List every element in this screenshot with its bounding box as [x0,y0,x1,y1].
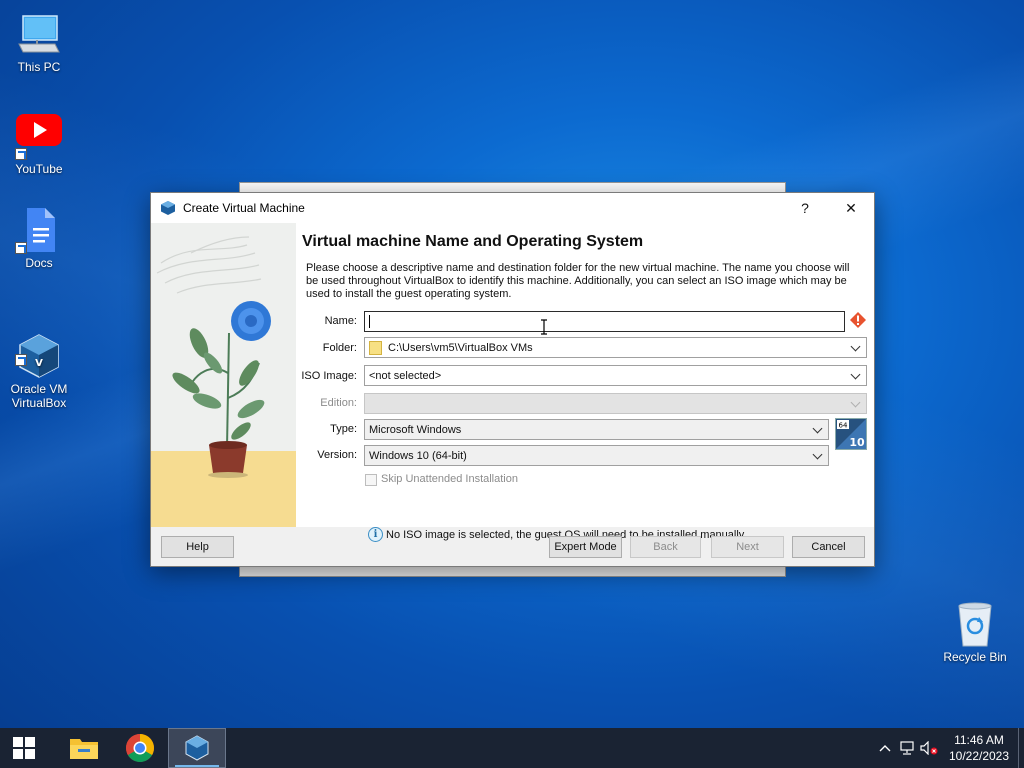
type-value: Microsoft Windows [369,423,462,436]
network-icon[interactable] [896,728,918,768]
version-select[interactable]: Windows 10 (64-bit) [364,445,829,466]
iso-value: <not selected> [369,369,442,382]
expert-mode-button[interactable]: Expert Mode [549,536,622,558]
show-desktop-button[interactable] [1018,728,1024,768]
desktop-icon-label: This PC [17,60,61,74]
folder-select[interactable]: C:\Users\vm5\VirtualBox VMs [364,337,867,358]
chrome-icon [126,734,154,762]
system-tray: 11:46 AM 10/22/2023 [874,728,1024,768]
next-button[interactable]: Next [711,536,784,558]
file-explorer-icon [70,739,98,759]
chevron-down-icon [814,451,822,459]
text-cursor-pointer [541,319,547,335]
chevron-down-icon [814,425,822,433]
folder-label: Folder: [322,342,357,354]
warning-icon [850,312,866,328]
dialog-content: Virtual machine Name and Operating Syste… [151,223,874,542]
cancel-button[interactable]: Cancel [792,536,865,558]
skip-unattended-checkbox[interactable] [365,474,377,486]
type-select[interactable]: Microsoft Windows [364,419,829,440]
skip-unattended-label: Skip Unattended Installation [381,473,518,485]
svg-text:10: 10 [849,436,865,449]
desktop-icon-label: Oracle VM VirtualBox [10,382,68,410]
taskbar: 11:46 AM 10/22/2023 [0,728,1024,768]
os-bits: 64 [839,422,848,430]
desktop-icon-youtube[interactable]: YouTube [1,112,77,176]
taskbar-chrome[interactable] [112,728,168,768]
clock-time: 11:46 AM [954,733,1004,747]
shortcut-arrow-icon [15,148,27,160]
taskbar-file-explorer[interactable] [56,728,112,768]
iso-image-select[interactable]: <not selected> [364,365,867,386]
start-icon [13,737,35,759]
edition-select[interactable] [364,393,867,414]
shortcut-arrow-icon [15,242,27,254]
folder-value: C:\Users\vm5\VirtualBox VMs [388,341,533,354]
recycle-bin-label: Recycle Bin [943,650,1007,664]
context-help-button[interactable]: ? [782,193,828,223]
virtualbox-icon [161,201,175,215]
dialog-titlebar[interactable]: Create Virtual Machine ? ✕ [151,193,874,223]
chevron-down-icon [852,371,860,379]
name-input[interactable] [364,311,845,332]
chevron-up-icon[interactable] [874,728,896,768]
close-button[interactable]: ✕ [828,193,874,223]
virtualbox-icon: V [15,318,63,378]
version-value: Windows 10 (64-bit) [369,449,467,462]
name-label: Name: [324,315,357,327]
computer-icon [15,10,63,58]
back-button[interactable]: Back [630,536,701,558]
desktop-icon-this-pc[interactable]: This PC [1,10,77,74]
docs-icon [15,206,63,254]
desktop-icon-label: Docs [25,256,53,270]
desktop-icon-docs[interactable]: Docs [1,206,77,270]
taskbar-clock[interactable]: 11:46 AM 10/22/2023 [940,732,1018,764]
dialog-title: Create Virtual Machine [183,201,305,215]
volume-muted-icon[interactable] [918,728,940,768]
windows-10-os-icon: 64 10 [835,418,867,450]
type-label: Type: [330,423,357,435]
help-button[interactable]: Help [161,536,234,558]
active-indicator [175,765,219,767]
desktop-icon-virtualbox[interactable]: V Oracle VM VirtualBox [1,304,77,424]
start-button[interactable] [0,728,48,768]
taskbar-virtualbox[interactable] [168,728,226,768]
edition-label: Edition: [320,397,357,409]
chevron-down-icon [852,343,860,351]
svg-text:V: V [35,358,43,369]
youtube-icon [15,112,63,160]
text-caret [369,315,370,328]
virtualbox-icon [185,735,209,761]
page-heading: Virtual machine Name and Operating Syste… [302,233,644,250]
desktop-icon-recycle-bin[interactable]: Recycle Bin [940,600,1010,664]
iso-label: ISO Image: [301,370,357,382]
version-label: Version: [317,449,357,461]
create-vm-dialog: Create Virtual Machine ? ✕ Virtual machi… [150,192,875,567]
clock-date: 10/22/2023 [948,749,1010,763]
shortcut-arrow-icon [15,354,27,366]
folder-icon [369,340,382,355]
desktop-icon-label: YouTube [15,162,63,176]
recycle-bin-icon [953,600,997,648]
chevron-down-icon [852,399,860,407]
page-description: Please choose a descriptive name and des… [306,262,850,300]
wizard-illustration [151,223,296,527]
info-icon: i [368,527,383,542]
